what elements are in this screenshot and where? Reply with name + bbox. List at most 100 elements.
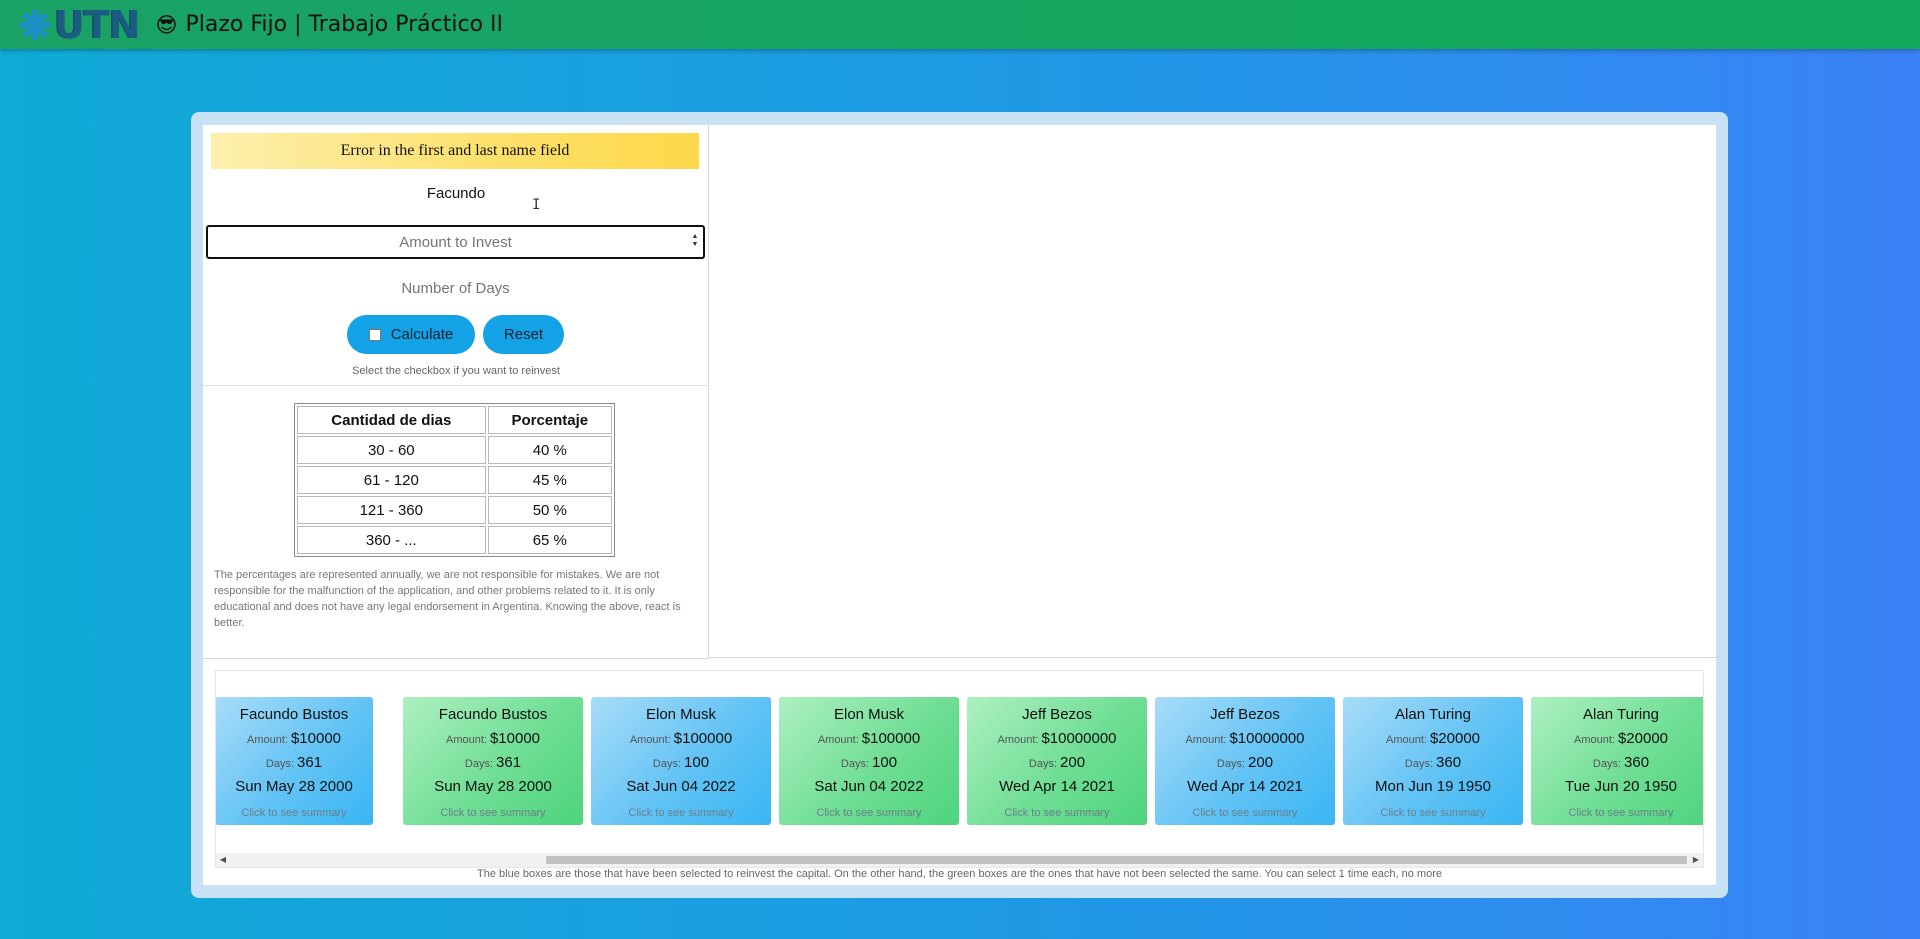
- days-label: Days:: [1028, 758, 1058, 770]
- investment-date: Sat Jun 04 2022: [814, 778, 924, 795]
- days-value: 360: [1436, 754, 1462, 771]
- amount-row: Amount: $100000: [779, 730, 959, 747]
- main-card: Error in the first and last name field F…: [191, 112, 1728, 898]
- days-input[interactable]: [206, 271, 705, 305]
- amount-spinner[interactable]: ▲ ▼: [690, 233, 700, 251]
- days-row: Days: 361: [403, 754, 583, 771]
- page-title: Plazo Fijo | Trabajo Práctico II: [185, 12, 504, 37]
- investment-date: Sun May 28 2000: [235, 778, 353, 795]
- investment-date: Wed Apr 14 2021: [999, 778, 1115, 795]
- reinvest-checkbox[interactable]: [368, 328, 381, 341]
- reset-button[interactable]: Reset: [483, 315, 564, 354]
- days-value: 361: [496, 754, 522, 771]
- investor-name: Elon Musk: [833, 706, 905, 723]
- amount-label: Amount:: [1573, 734, 1615, 746]
- investor-name: Jeff Bezos: [1210, 706, 1280, 723]
- top-bar: UTN 😎 Plazo Fijo | Trabajo Práctico II: [0, 0, 1920, 49]
- investment-card[interactable]: Jeff Bezos Amount: $10000000 Days: 200 Wed Ap…: [967, 697, 1147, 825]
- reinvest-hint: Select the checkbox if you want to reinv…: [352, 365, 560, 377]
- investments-carousel[interactable]: Facundo Bustos Amount: $10000 Days: 361 Sun M…: [215, 670, 1704, 868]
- table-row: 61 - 120 45 %: [297, 466, 612, 494]
- amount-row: Amount: $10000: [403, 730, 583, 747]
- investment-card[interactable]: Alan Turing Amount: $20000 Days: 360 Mon Jun …: [1343, 697, 1523, 825]
- days-value: 200: [1060, 754, 1086, 771]
- rates-table: Cantidad de dias Porcentaje 30 - 60 40 %…: [294, 403, 615, 557]
- days-value: 360: [1624, 754, 1650, 771]
- table-row: 360 - ... 65 %: [297, 526, 612, 554]
- horizontal-scrollbar[interactable]: ◀ ▶: [216, 853, 1703, 867]
- logo-text: UTN: [54, 2, 141, 47]
- days-value: 100: [684, 754, 710, 771]
- scroll-left-arrow-icon[interactable]: ◀: [218, 855, 228, 865]
- amount-input[interactable]: [206, 225, 705, 259]
- percentage-cell: 65 %: [487, 526, 612, 554]
- summary-hint: Click to see summary: [241, 807, 347, 819]
- investment-card[interactable]: Facundo Bustos Amount: $10000 Days: 361 Sun M…: [216, 697, 373, 825]
- investment-date: Tue Jun 20 1950: [1564, 778, 1678, 795]
- gear-logo-icon: [20, 9, 50, 40]
- calculate-button[interactable]: Calculate: [347, 315, 475, 354]
- amount-label: Amount:: [817, 734, 859, 746]
- days-label: Days:: [464, 758, 494, 770]
- investment-card[interactable]: Alan Turing Amount: $20000 Days: 360 Tue Jun …: [1531, 697, 1703, 825]
- days-row: Days: 360: [1531, 754, 1703, 771]
- amount-value: $20000: [1617, 730, 1669, 747]
- investment-card[interactable]: Facundo Bustos Amount: $10000 Days: 361 Sun M…: [403, 697, 583, 825]
- investor-name: Facundo Bustos: [438, 706, 548, 723]
- name-display[interactable]: Facundo: [203, 185, 709, 202]
- amount-value: $10000000: [1041, 730, 1117, 747]
- percentage-cell: 45 %: [487, 466, 612, 494]
- amount-row: Amount: $10000000: [967, 730, 1147, 747]
- amount-value: $100000: [861, 730, 921, 747]
- scroll-right-arrow-icon[interactable]: ▶: [1691, 855, 1701, 865]
- percentage-cell: 40 %: [487, 436, 612, 464]
- form-panel: Error in the first and last name field F…: [203, 125, 709, 658]
- color-legend-note: The blue boxes are those that have been …: [477, 868, 1442, 880]
- divider: [203, 385, 709, 386]
- percentage-cell: 50 %: [487, 496, 612, 524]
- days-label: Days:: [265, 758, 295, 770]
- investor-name: Elon Musk: [645, 706, 717, 723]
- days-range-cell: 121 - 360: [297, 496, 486, 524]
- investment-date: Mon Jun 19 1950: [1375, 778, 1491, 795]
- summary-hint: Click to see summary: [1192, 807, 1298, 819]
- days-value: 200: [1248, 754, 1274, 771]
- investment-cards-track: Facundo Bustos Amount: $10000 Days: 361 Sun M…: [216, 697, 1703, 825]
- calculate-label: Calculate: [390, 326, 454, 343]
- investment-card[interactable]: Jeff Bezos Amount: $10000000 Days: 200 Wed Ap…: [1155, 697, 1335, 825]
- divider: [203, 658, 710, 659]
- amount-label: Amount:: [629, 734, 671, 746]
- reset-label: Reset: [503, 326, 544, 343]
- amount-row: Amount: $100000: [591, 730, 771, 747]
- amount-row: Amount: $10000000: [1155, 730, 1335, 747]
- app-title: 😎 Plazo Fijo | Trabajo Práctico II: [156, 12, 503, 37]
- summary-hint: Click to see summary: [628, 807, 734, 819]
- amount-row: Amount: $10000: [216, 730, 373, 747]
- investment-card[interactable]: Elon Musk Amount: $100000 Days: 100 Sat Jun 0…: [591, 697, 771, 825]
- days-row: Days: 200: [967, 754, 1147, 771]
- days-row: Days: 100: [779, 754, 959, 771]
- amount-label: Amount:: [1185, 734, 1227, 746]
- investor-name: Facundo Bustos: [239, 706, 349, 723]
- days-row: Days: 200: [1155, 754, 1335, 771]
- days-value: 100: [872, 754, 898, 771]
- amount-label: Amount:: [445, 734, 487, 746]
- investment-card[interactable]: Elon Musk Amount: $100000 Days: 100 Sat Jun 0…: [779, 697, 959, 825]
- days-label: Days:: [840, 758, 870, 770]
- amount-value: $10000: [290, 730, 342, 747]
- investor-name: Jeff Bezos: [1022, 706, 1092, 723]
- days-row: Days: 360: [1343, 754, 1523, 771]
- utn-logo[interactable]: UTN: [18, 0, 141, 49]
- sunglasses-emoji-icon: 😎: [155, 12, 178, 37]
- summary-hint: Click to see summary: [440, 807, 546, 819]
- summary-hint: Click to see summary: [816, 807, 922, 819]
- text-cursor-icon: I: [532, 197, 541, 213]
- scrollbar-thumb[interactable]: [546, 856, 1687, 864]
- amount-label: Amount:: [997, 734, 1039, 746]
- amount-value: $20000: [1429, 730, 1481, 747]
- days-range-cell: 30 - 60: [297, 436, 486, 464]
- days-row: Days: 361: [216, 754, 373, 771]
- amount-row: Amount: $20000: [1531, 730, 1703, 747]
- investor-name: Alan Turing: [1395, 706, 1471, 723]
- result-panel: [710, 125, 1716, 658]
